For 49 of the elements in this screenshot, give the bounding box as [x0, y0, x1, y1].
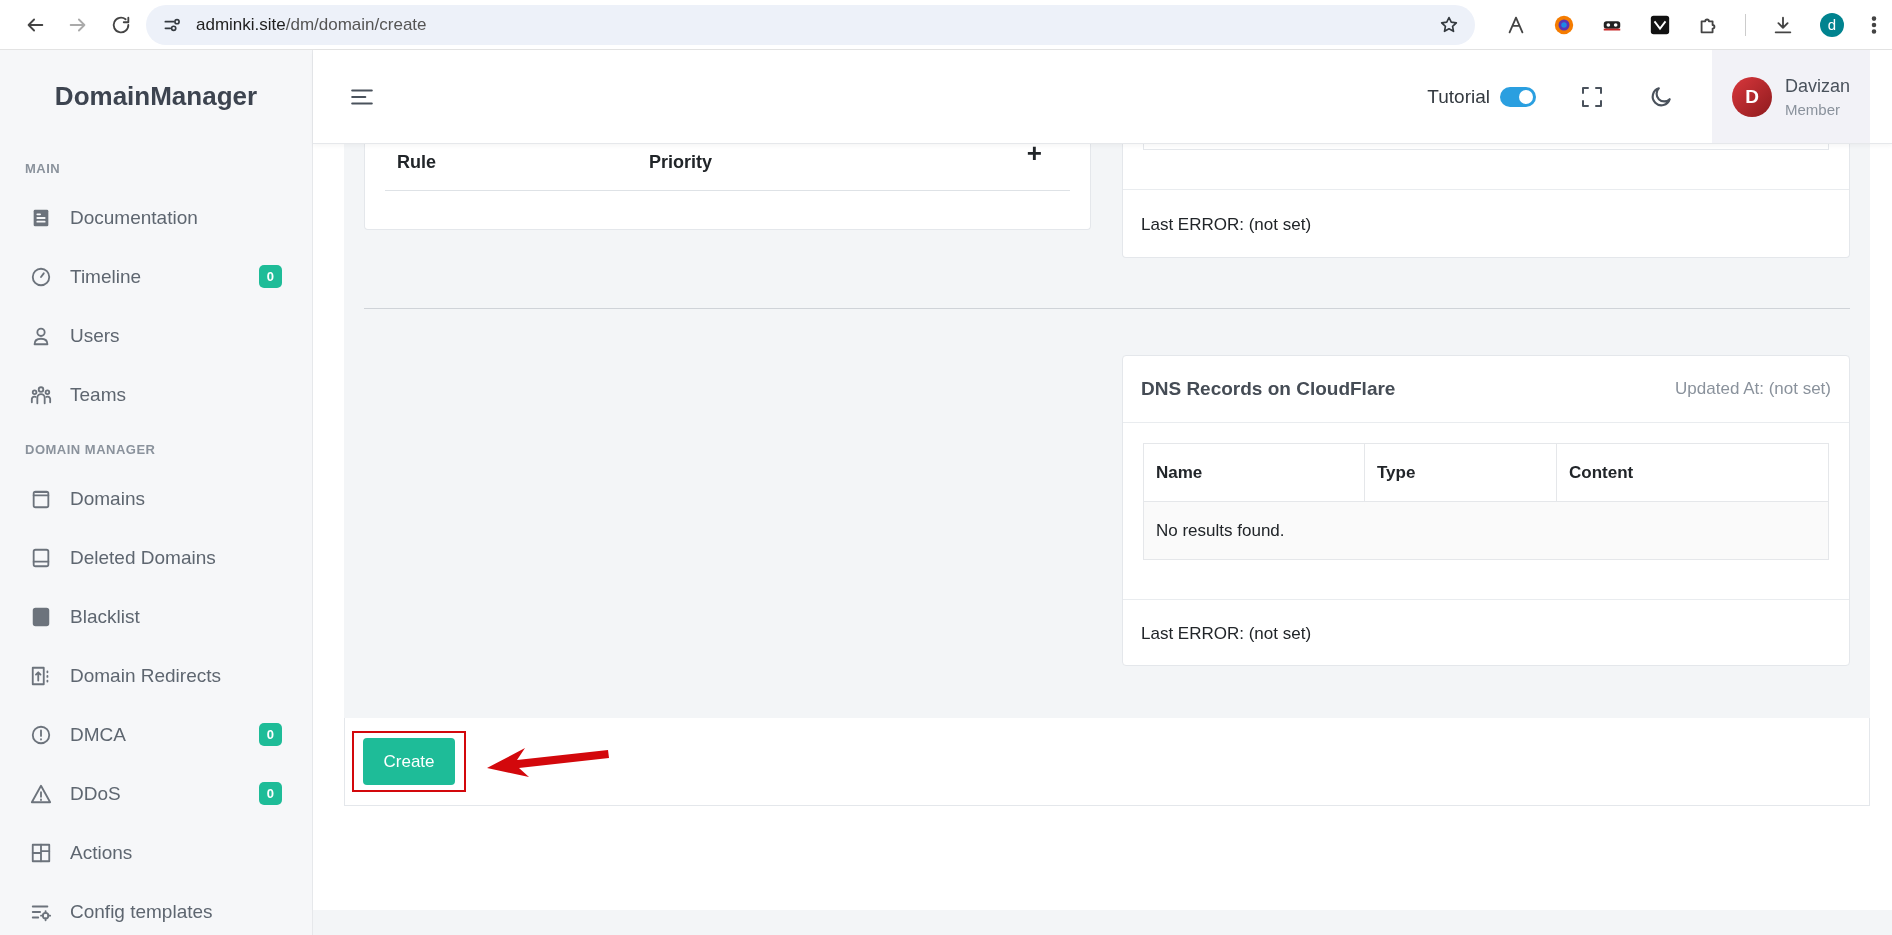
sidebar-item[interactable]: Domain Redirects: [0, 646, 312, 705]
extension-icon[interactable]: [1553, 13, 1575, 36]
brand-title: DomainManager: [54, 81, 258, 112]
last-error-text: Last ERROR: (not set): [1141, 623, 1312, 644]
sidebar-item[interactable]: Blacklist: [0, 587, 312, 646]
sidebar-item[interactable]: Documentation: [0, 188, 312, 247]
more-icon: [1870, 13, 1878, 36]
sidebar-item[interactable]: Timeline 0: [0, 247, 312, 306]
alert-circle-icon: [30, 723, 52, 746]
sidebar-item[interactable]: DMCA 0: [0, 705, 312, 764]
column-header: Type: [1364, 443, 1557, 502]
section-heading: DOMAIN MANAGER: [24, 441, 157, 459]
user-role: Member: [1785, 100, 1841, 118]
card-title: DNS Records on CloudFlare: [1141, 378, 1396, 400]
count-badge: 0: [258, 265, 282, 288]
extension-icon[interactable]: [1649, 13, 1671, 36]
tutorial-toggle[interactable]: [1500, 86, 1536, 107]
address-bar[interactable]: adminki.site/dm/domain/create: [145, 4, 1475, 45]
star-icon: [1439, 14, 1459, 35]
sidebar-item[interactable]: Users: [0, 306, 312, 365]
user-menu[interactable]: D Davizan Member: [1712, 50, 1870, 143]
sidebar-item[interactable]: Config templates: [0, 882, 312, 935]
layout-icon: [30, 841, 52, 864]
fullscreen-icon: [1580, 84, 1604, 109]
team-icon: [30, 383, 52, 406]
updated-text: Updated At: (not set): [1675, 379, 1831, 399]
book-icon: [30, 605, 52, 628]
sidebar-item[interactable]: DDoS 0: [0, 764, 312, 823]
user-avatar: D: [1732, 76, 1772, 117]
user-name: Davizan: [1785, 75, 1851, 97]
count-badge: 0: [258, 723, 282, 746]
sidebar-item[interactable]: Teams: [0, 365, 312, 424]
sidebar-item[interactable]: Domains: [0, 469, 312, 528]
gauge-icon: [30, 265, 52, 288]
last-error-text: Last ERROR: (not set): [1141, 214, 1312, 235]
profile-avatar[interactable]: d: [1820, 12, 1844, 37]
sidebar-item[interactable]: Deleted Domains: [0, 528, 312, 587]
book-icon: [30, 546, 52, 569]
column-header: Priority: [648, 151, 714, 174]
empty-message: No results found.: [1143, 501, 1829, 560]
warning-icon: [30, 782, 52, 805]
count-badge: 0: [258, 782, 282, 805]
add-button[interactable]: +: [1026, 140, 1042, 166]
sidebar-item[interactable]: Actions: [0, 823, 312, 882]
column-header: Content: [1556, 443, 1829, 502]
tutorial-label: Tutorial: [1427, 85, 1490, 108]
column-header: Rule: [396, 151, 437, 174]
section-heading: MAIN: [24, 160, 62, 178]
column-header: Name: [1143, 443, 1365, 502]
